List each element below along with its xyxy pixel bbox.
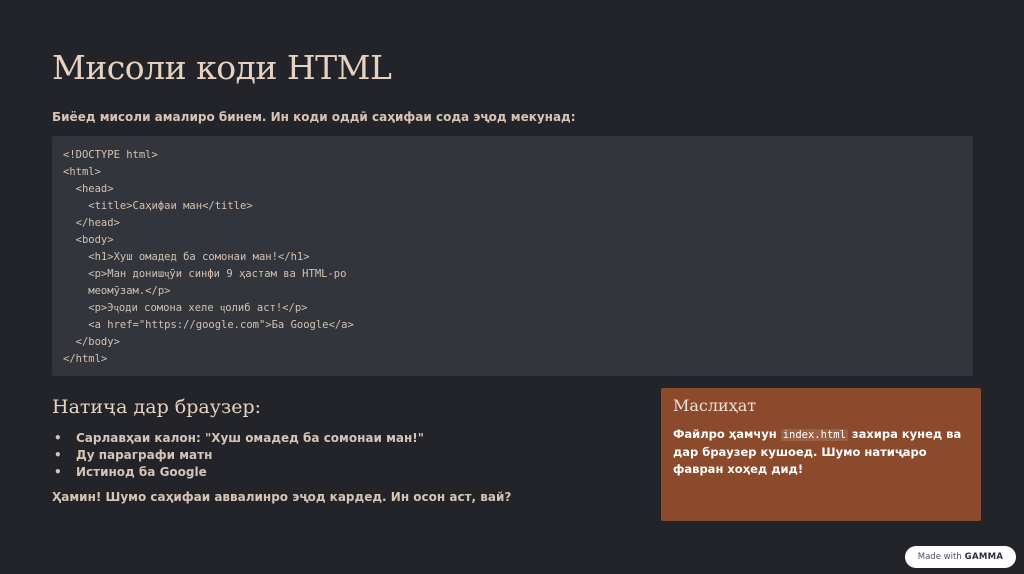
advice-title: Маслиҳат <box>673 396 757 415</box>
list-item-text: Сарлавҳаи калон: "Хуш омадед ба сомонаи … <box>76 431 424 445</box>
code-line: меомӯзам.</p> <box>63 285 171 297</box>
code-line: </html> <box>63 353 108 365</box>
code-line: </head> <box>63 217 120 229</box>
code-line: <a href="https://google.com">Ба Google</… <box>63 319 354 331</box>
advice-filename: index.html <box>780 429 848 441</box>
result-heading: Натиҷа дар браузер: <box>52 396 262 418</box>
bullet-icon: • <box>54 448 62 462</box>
page-title: Мисоли коди HTML <box>52 48 392 87</box>
list-item: • Ду параграфи матн <box>52 447 424 464</box>
list-item-text: Истинод ба Google <box>76 465 207 479</box>
conclusion-text: Ҳамин! Шумо саҳифаи аввалинро эҷод карде… <box>52 490 512 504</box>
code-line: <body> <box>63 234 114 246</box>
code-line: <p>Эҷоди сомона хеле ҷолиб аст!</p> <box>63 302 308 314</box>
list-item: • Сарлавҳаи калон: "Хуш омадед ба сомона… <box>52 430 424 447</box>
code-line: <html> <box>63 166 101 178</box>
advice-text: Файлро ҳамчун index.html захира кунед ва… <box>673 426 969 478</box>
bullet-icon: • <box>54 465 62 479</box>
badge-prefix: Made with <box>917 552 962 562</box>
code-line: <!DOCTYPE html> <box>63 149 158 161</box>
list-item: • Истинод ба Google <box>52 464 424 481</box>
code-line: </body> <box>63 336 120 348</box>
list-item-text: Ду параграфи матн <box>76 448 213 462</box>
bullet-icon: • <box>54 431 62 445</box>
made-with-gamma-badge[interactable]: Made with GAMMA <box>905 546 1016 568</box>
code-line: <title>Саҳифаи ман</title> <box>63 200 253 212</box>
code-line: <p>Ман донишҷӯи синфи 9 ҳастам ва HTML-р… <box>63 268 347 280</box>
intro-text: Биёед мисоли амалиро бинем. Ин коди оддӣ… <box>52 110 576 124</box>
advice-card: Маслиҳат Файлро ҳамчун index.html захира… <box>661 388 981 521</box>
code-line: <h1>Хуш омадед ба сомонаи ман!</h1> <box>63 251 310 263</box>
result-list: • Сарлавҳаи калон: "Хуш омадед ба сомона… <box>52 430 424 481</box>
code-block: <!DOCTYPE html> <html> <head> <title>Саҳ… <box>52 136 973 376</box>
gamma-logo: GAMMA <box>964 552 1004 562</box>
advice-text-before: Файлро ҳамчун <box>673 427 781 441</box>
code-line: <head> <box>63 183 114 195</box>
